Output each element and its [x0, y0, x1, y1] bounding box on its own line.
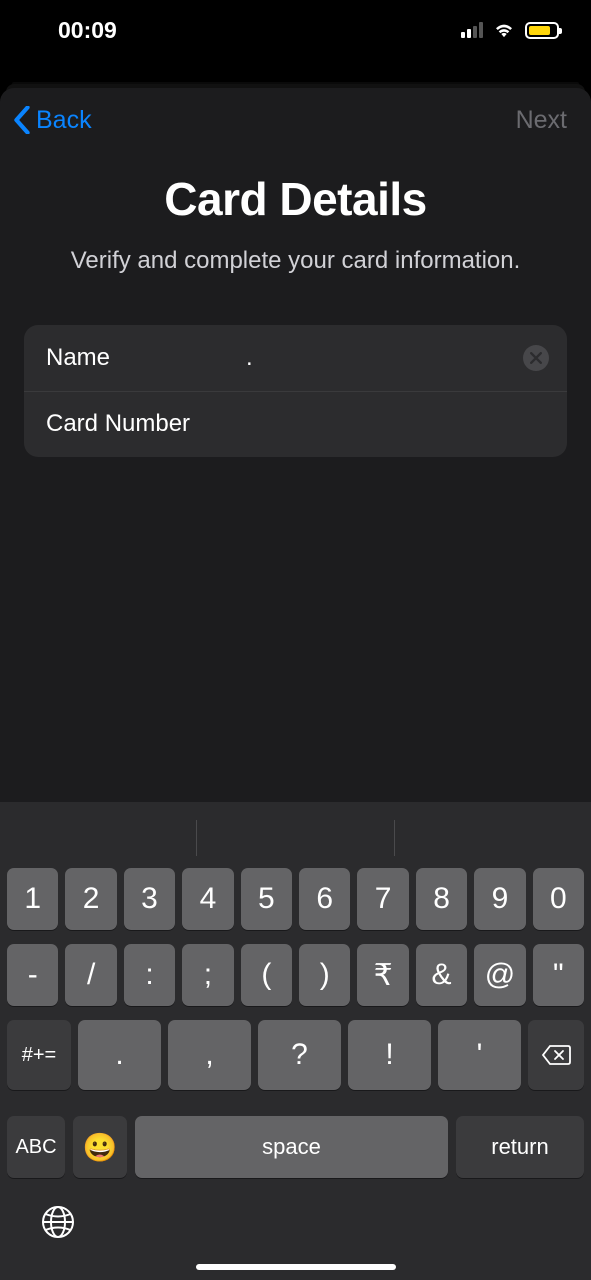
keyboard-suggestion-bar — [0, 812, 591, 868]
page-subtitle: Verify and complete your card informatio… — [30, 244, 561, 279]
key-6[interactable]: 6 — [299, 868, 350, 930]
wifi-icon — [493, 22, 515, 38]
key-slash[interactable]: / — [65, 944, 116, 1006]
keyboard-row-1: 1 2 3 4 5 6 7 8 9 0 — [7, 868, 584, 930]
back-button[interactable]: Back — [12, 106, 92, 135]
next-label: Next — [516, 106, 567, 134]
key-2[interactable]: 2 — [65, 868, 116, 930]
suggestion-slot[interactable] — [394, 820, 591, 856]
emoji-icon: 😀 — [83, 1131, 118, 1164]
status-indicators — [461, 22, 559, 39]
key-amp[interactable]: & — [416, 944, 467, 1006]
name-label: Name — [46, 344, 246, 372]
key-3[interactable]: 3 — [124, 868, 175, 930]
clear-name-button[interactable] — [523, 345, 549, 371]
page-title: Card Details — [30, 172, 561, 226]
keyboard-row-bottom: ABC 😀 space return — [0, 1116, 591, 1190]
key-4[interactable]: 4 — [182, 868, 233, 930]
key-lparen[interactable]: ( — [241, 944, 292, 1006]
card-number-row[interactable]: Card Number — [24, 391, 567, 457]
close-icon — [530, 352, 542, 364]
key-rupee[interactable]: ₹ — [357, 944, 408, 1006]
suggestion-slot[interactable] — [196, 820, 393, 856]
key-5[interactable]: 5 — [241, 868, 292, 930]
card-number-label: Card Number — [46, 410, 246, 438]
keyboard-row-2: - / : ; ( ) ₹ & @ " — [7, 944, 584, 1006]
page-heading: Card Details Verify and complete your ca… — [0, 152, 591, 279]
keyboard: 1 2 3 4 5 6 7 8 9 0 - / : ; ( ) ₹ & @ — [0, 802, 591, 1280]
next-button[interactable]: Next — [516, 106, 567, 135]
key-backspace[interactable] — [528, 1020, 584, 1090]
key-exclaim[interactable]: ! — [348, 1020, 431, 1090]
name-row[interactable]: Name . — [24, 325, 567, 391]
key-9[interactable]: 9 — [474, 868, 525, 930]
status-time: 00:09 — [58, 17, 117, 44]
key-8[interactable]: 8 — [416, 868, 467, 930]
key-colon[interactable]: : — [124, 944, 175, 1006]
key-at[interactable]: @ — [474, 944, 525, 1006]
key-symbols[interactable]: #+= — [7, 1020, 71, 1090]
suggestion-slot[interactable] — [0, 820, 196, 856]
globe-icon[interactable] — [40, 1204, 76, 1240]
key-emoji[interactable]: 😀 — [73, 1116, 127, 1178]
key-7[interactable]: 7 — [357, 868, 408, 930]
key-apostrophe[interactable]: ' — [438, 1020, 521, 1090]
chevron-left-icon — [12, 106, 32, 134]
key-rparen[interactable]: ) — [299, 944, 350, 1006]
backspace-icon — [541, 1044, 571, 1066]
key-return[interactable]: return — [456, 1116, 584, 1178]
key-period[interactable]: . — [78, 1020, 161, 1090]
key-0[interactable]: 0 — [533, 868, 584, 930]
battery-icon — [525, 22, 559, 39]
name-input[interactable]: . — [246, 344, 523, 372]
card-form: Name . Card Number — [24, 325, 567, 457]
cellular-signal-icon — [461, 22, 483, 38]
key-space[interactable]: space — [135, 1116, 448, 1178]
back-label: Back — [36, 106, 92, 135]
key-1[interactable]: 1 — [7, 868, 58, 930]
key-comma[interactable]: , — [168, 1020, 251, 1090]
home-indicator[interactable] — [196, 1264, 396, 1270]
key-quote[interactable]: " — [533, 944, 584, 1006]
keyboard-row-3: #+= . , ? ! ' — [7, 1020, 584, 1090]
key-question[interactable]: ? — [258, 1020, 341, 1090]
key-dash[interactable]: - — [7, 944, 58, 1006]
key-abc[interactable]: ABC — [7, 1116, 65, 1178]
key-semicolon[interactable]: ; — [182, 944, 233, 1006]
modal-sheet: Back Next Card Details Verify and comple… — [0, 88, 591, 1280]
nav-bar: Back Next — [0, 88, 591, 152]
status-bar: 00:09 — [0, 0, 591, 60]
